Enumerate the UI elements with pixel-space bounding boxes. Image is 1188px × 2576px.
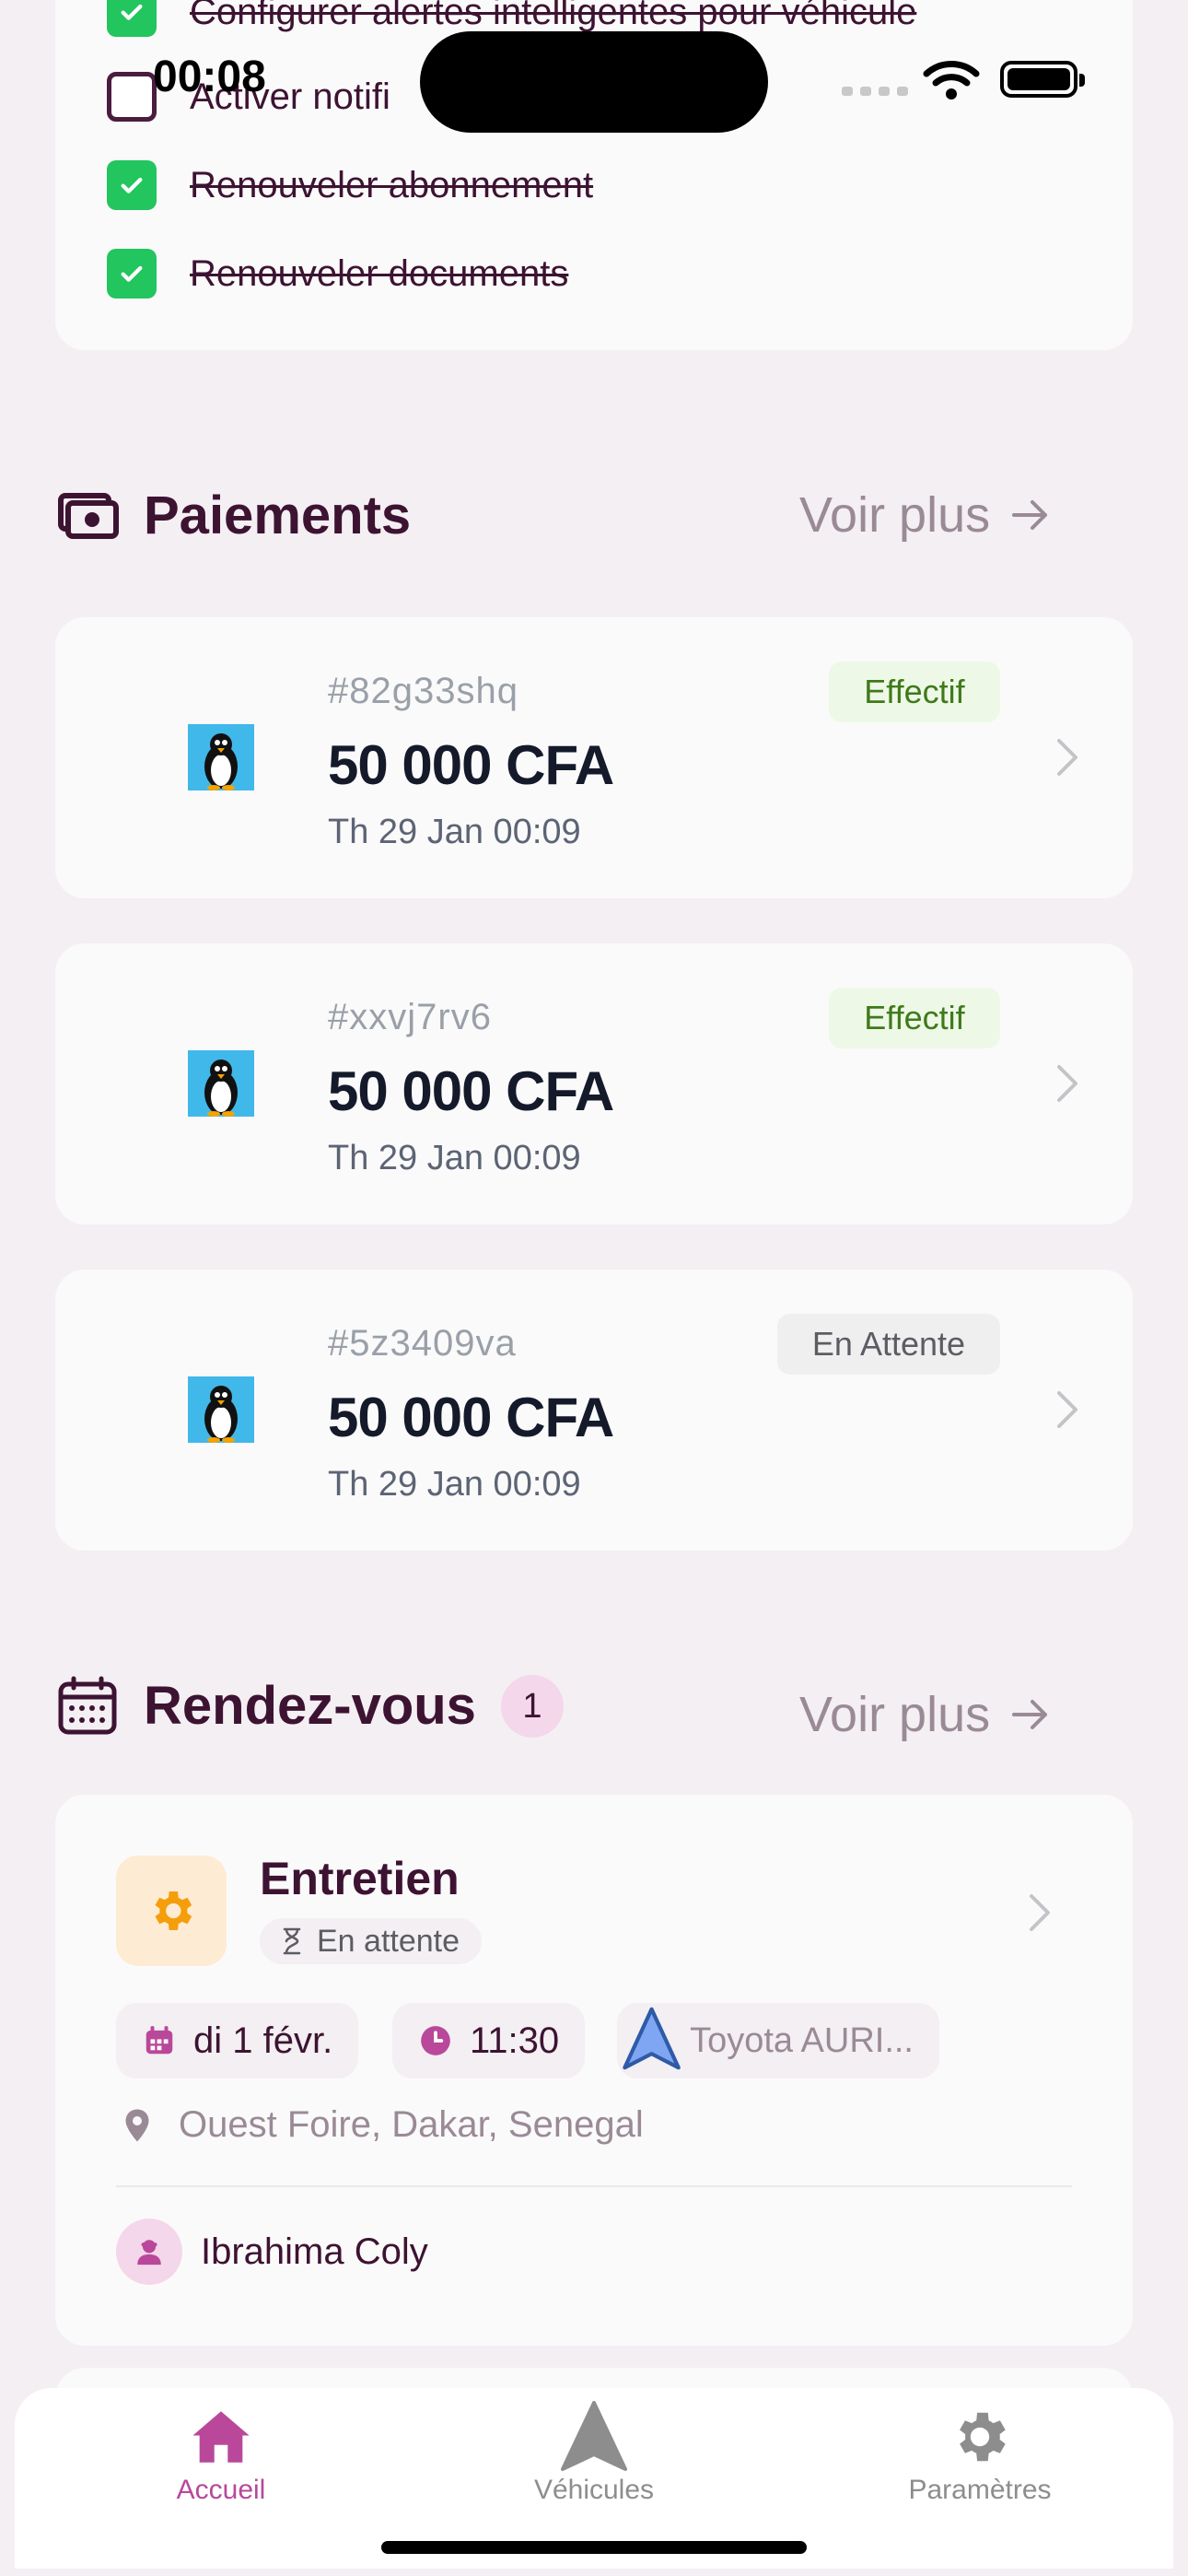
navigation-arrow-icon [623,2007,681,2070]
cash-icon [58,493,120,539]
payment-card[interactable]: #82g33shq 50 000 CFA Th 29 Jan 00:09 Eff… [55,617,1133,898]
payment-amount: 50 000 CFA [328,1060,614,1122]
mechanic-avatar [116,2219,182,2285]
appointment-type: Entretien [260,1853,460,1904]
mechanic-name: Ibrahima Coly [201,2231,428,2272]
payment-id: #82g33shq [328,671,518,711]
wifi-icon [923,61,980,100]
chevron-right-icon [1057,1065,1077,1102]
user-avatar [188,724,254,790]
status-badge: Effectif [829,662,1000,722]
checkbox-checked-icon[interactable] [107,249,157,299]
time-chip: 11:30 [392,2003,586,2078]
penguin-icon [204,733,238,790]
hourglass-icon [283,1927,301,1955]
task-item[interactable]: Renouveler abonnement [107,160,593,210]
task-item[interactable]: Renouveler documents [107,249,568,299]
divider [116,2185,1072,2187]
appointments-title: Rendez-vous [144,1676,476,1736]
home-icon [192,2411,250,2463]
nav-item-accueil[interactable]: Accueil [83,2405,359,2506]
battery-icon [1000,61,1085,98]
payment-date: Th 29 Jan 00:09 [328,813,581,851]
payment-id: #xxvj7rv6 [328,997,492,1037]
nav-item-vehicules[interactable]: Véhicules [456,2397,732,2506]
see-more-label: Voir plus [799,487,991,543]
calendar-icon [58,1676,117,1735]
payment-amount: 50 000 CFA [328,734,614,796]
appointment-date: di 1 févr. [193,2020,333,2061]
payment-date: Th 29 Jan 00:09 [328,1465,581,1504]
payments-title: Paiements [144,486,412,545]
appointment-status-badge: En attente [260,1918,483,1964]
arrow-right-icon [1012,1700,1048,1729]
arrow-right-icon [1012,500,1048,530]
service-icon-box [116,1856,227,1966]
task-label: Renouveler documents [190,252,569,294]
appointment-vehicle: Toyota AURI... [690,2020,914,2060]
appointment-location: Ouest Foire, Dakar, Senegal [179,2104,644,2145]
user-avatar [188,1050,254,1117]
payment-date: Th 29 Jan 00:09 [328,1139,581,1177]
dynamic-island [420,31,768,133]
chevron-right-icon [1057,1391,1077,1428]
vehicle-chip: Toyota AURI... [617,2003,939,2078]
home-indicator [381,2541,807,2554]
user-avatar [188,1376,254,1443]
chevron-right-icon [1030,1894,1050,1931]
appointments-count-badge: 1 [501,1675,564,1738]
vehicle-icon [561,2401,627,2471]
nav-label: Accueil [176,2475,266,2505]
checkbox-checked-icon[interactable] [107,0,157,37]
clock-icon [421,2026,450,2055]
gear-icon [155,1891,192,1930]
payment-id: #5z3409va [328,1323,517,1364]
date-chip: di 1 févr. [116,2003,359,2078]
payment-card[interactable]: #5z3409va 50 000 CFA Th 29 Jan 00:09 En … [55,1270,1133,1551]
payment-card[interactable]: #xxvj7rv6 50 000 CFA Th 29 Jan 00:09 Eff… [55,943,1133,1224]
appointment-time: 11:30 [470,2020,560,2061]
mechanic-row: Ibrahima Coly [116,2219,428,2285]
calendar-icon [146,2026,173,2055]
task-label: Renouveler abonnement [190,164,594,205]
status-time: 00:08 [153,53,266,101]
penguin-icon [204,1060,238,1117]
see-more-label: Voir plus [799,1687,991,1742]
payments-see-more-link[interactable]: Voir plus [799,486,1051,544]
mechanic-icon [137,2240,161,2266]
chevron-right-icon [1057,739,1077,776]
payment-amount: 50 000 CFA [328,1387,614,1448]
nav-label: Paramètres [908,2475,1052,2505]
appointments-see-more-link[interactable]: Voir plus [799,1686,1051,1743]
location-row: Ouest Foire, Dakar, Senegal [123,2104,644,2146]
signal-icon [842,87,908,96]
status-label: En attente [317,1923,460,1959]
checkbox-checked-icon[interactable] [107,160,157,210]
task-label: Configurer alertes intelligentes pour vé… [190,0,917,32]
status-badge: Effectif [829,988,1000,1048]
location-pin-icon [125,2109,149,2141]
penguin-icon [204,1386,238,1443]
nav-label: Véhicules [533,2475,655,2505]
nav-item-parametres[interactable]: Paramètres [842,2405,1118,2506]
appointment-card[interactable]: Entretien En attente di 1 févr. 11:30 To… [55,1795,1133,2346]
checkbox-unchecked-icon[interactable] [107,72,157,122]
status-badge: En Attente [777,1314,1000,1375]
gear-icon [960,2412,1006,2462]
